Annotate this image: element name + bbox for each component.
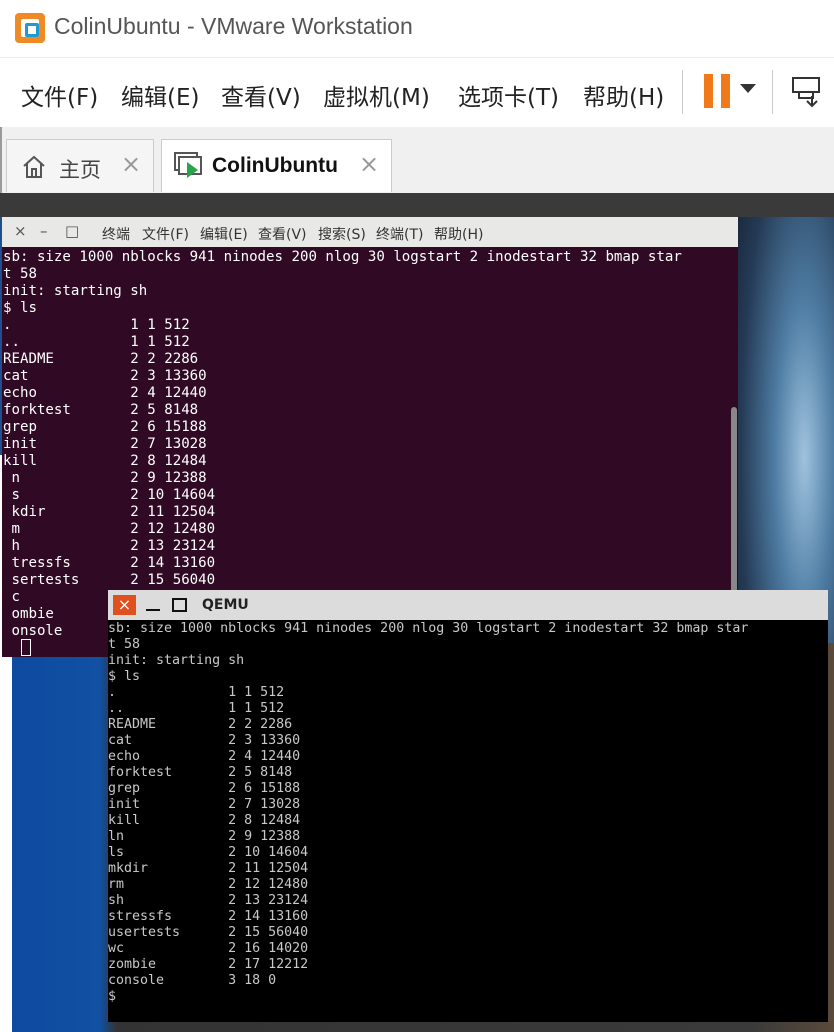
vm-display[interactable]: × – □ 终端 文件(F) 编辑(E) 查看(V) 搜索(S) 终端(T) 帮… <box>0 193 834 1032</box>
vmware-logo-icon <box>15 13 45 43</box>
qemu-line: kill 2 8 12484 <box>108 813 301 828</box>
qemu-line: . 1 1 512 <box>108 685 285 700</box>
terminal-line: m 2 12 12480 <box>3 521 216 537</box>
qemu-line: .. 1 1 512 <box>108 701 285 716</box>
terminal-line: t 58 <box>3 266 37 282</box>
chevron-down-icon[interactable] <box>740 84 756 93</box>
qemu-console-output[interactable]: sb: size 1000 nblocks 941 ninodes 200 nl… <box>108 621 748 1005</box>
pause-button[interactable] <box>704 74 730 108</box>
terminal-menu-file[interactable]: 文件(F) <box>142 224 189 244</box>
menu-tabs[interactable]: 选项卡(T) <box>458 78 559 112</box>
menu-bar: 文件(F) 编辑(E) 查看(V) 虚拟机(M) 选项卡(T) 帮助(H) <box>0 57 834 128</box>
qemu-line: rm 2 12 12480 <box>108 877 309 892</box>
terminal-menu-edit[interactable]: 编辑(E) <box>200 224 248 244</box>
qemu-line: $ <box>108 989 117 1004</box>
qemu-line: forktest 2 5 8148 <box>108 765 293 780</box>
menu-help[interactable]: 帮助(H) <box>583 78 664 112</box>
pause-icon <box>704 74 713 108</box>
terminal-menu-help[interactable]: 帮助(H) <box>434 224 483 244</box>
terminal-line: n 2 9 12388 <box>3 470 207 486</box>
qemu-title-bar: × QEMU <box>108 590 828 620</box>
menu-edit[interactable]: 编辑(E) <box>121 78 199 112</box>
qemu-title: QEMU <box>202 597 249 613</box>
close-icon[interactable]: × <box>14 222 27 240</box>
qemu-line: grep 2 6 15188 <box>108 781 301 796</box>
menu-file[interactable]: 文件(F) <box>21 78 98 112</box>
terminal-line: init 2 7 13028 <box>3 436 207 452</box>
tab-home-label: 主页 <box>59 158 101 182</box>
qemu-line: usertests 2 15 56040 <box>108 925 309 940</box>
close-icon[interactable]: × <box>359 150 379 178</box>
qemu-line: ls 2 10 14604 <box>108 845 309 860</box>
terminal-line: sertests 2 15 56040 <box>3 572 216 588</box>
qemu-line: init 2 7 13028 <box>108 797 301 812</box>
close-icon[interactable]: × <box>121 150 141 178</box>
terminal-title-bar: × – □ 终端 文件(F) 编辑(E) 查看(V) 搜索(S) 终端(T) 帮… <box>2 217 738 247</box>
tab-bar: 主页 × ColinUbuntu × <box>0 127 834 193</box>
minimize-icon[interactable]: – <box>40 222 48 240</box>
terminal-line: h 2 13 23124 <box>3 538 216 554</box>
terminal-line: $ ls <box>3 300 37 316</box>
terminal-line: kdir 2 11 12504 <box>3 504 216 520</box>
qemu-window[interactable]: × QEMU sb: size 1000 nblocks 941 ninodes… <box>108 590 828 1022</box>
toolbar-divider <box>682 70 683 114</box>
terminal-line: tressfs 2 14 13160 <box>3 555 216 571</box>
send-ctrl-alt-del-icon[interactable] <box>790 74 824 110</box>
qemu-line: wc 2 16 14020 <box>108 941 309 956</box>
maximize-icon[interactable] <box>172 598 187 612</box>
terminal-line: echo 2 4 12440 <box>3 385 207 401</box>
terminal-output[interactable]: sb: size 1000 nblocks 941 ninodes 200 nl… <box>3 249 682 640</box>
tab-vm-label: ColinUbuntu <box>212 154 338 177</box>
qemu-line: $ ls <box>108 669 141 684</box>
window-title: ColinUbuntu - VMware Workstation <box>54 13 413 39</box>
menu-vm[interactable]: 虚拟机(M) <box>323 78 430 112</box>
title-bar: ColinUbuntu - VMware Workstation <box>0 0 834 57</box>
toolbar-divider <box>772 70 773 114</box>
tab-colinubuntu[interactable]: ColinUbuntu × <box>161 139 392 192</box>
terminal-line: grep 2 6 15188 <box>3 419 207 435</box>
terminal-line: forktest 2 5 8148 <box>3 402 199 418</box>
vm-icon <box>174 152 202 178</box>
terminal-line: s 2 10 14604 <box>3 487 216 503</box>
terminal-line: init: starting sh <box>3 283 148 299</box>
qemu-line: mkdir 2 11 12504 <box>108 861 309 876</box>
qemu-line: console 3 18 0 <box>108 973 277 988</box>
qemu-line: t 58 <box>108 637 141 652</box>
qemu-line: echo 2 4 12440 <box>108 749 301 764</box>
maximize-icon[interactable]: □ <box>65 222 79 240</box>
minimize-icon[interactable] <box>146 598 160 612</box>
qemu-line: sb: size 1000 nblocks 941 ninodes 200 nl… <box>108 621 749 636</box>
terminal-menu-terminal[interactable]: 终端 <box>102 224 130 244</box>
terminal-menu-view[interactable]: 查看(V) <box>258 224 307 244</box>
qemu-line: zombie 2 17 12212 <box>108 957 309 972</box>
terminal-menu-terminal2[interactable]: 终端(T) <box>376 224 423 244</box>
tab-home[interactable]: 主页 × <box>6 139 154 192</box>
terminal-cursor <box>21 639 31 656</box>
close-icon[interactable]: × <box>113 595 136 615</box>
qemu-line: sh 2 13 23124 <box>108 893 309 908</box>
terminal-line: .. 1 1 512 <box>3 334 190 350</box>
terminal-line: README 2 2 2286 <box>3 351 199 367</box>
menu-view[interactable]: 查看(V) <box>221 78 301 112</box>
qemu-line: ln 2 9 12388 <box>108 829 301 844</box>
qemu-line: stressfs 2 14 13160 <box>108 909 309 924</box>
qemu-line: init: starting sh <box>108 653 245 668</box>
terminal-line: sb: size 1000 nblocks 941 ninodes 200 nl… <box>3 249 682 265</box>
terminal-line: cat 2 3 13360 <box>3 368 207 384</box>
qemu-line: cat 2 3 13360 <box>108 733 301 748</box>
terminal-scrollbar[interactable] <box>731 407 737 597</box>
terminal-line: kill 2 8 12484 <box>3 453 207 469</box>
guest-top-panel <box>0 193 834 217</box>
qemu-line: README 2 2 2286 <box>108 717 293 732</box>
terminal-menu-search[interactable]: 搜索(S) <box>318 224 366 244</box>
terminal-line: . 1 1 512 <box>3 317 190 333</box>
pause-icon-bar <box>721 74 730 108</box>
home-icon <box>23 155 45 178</box>
